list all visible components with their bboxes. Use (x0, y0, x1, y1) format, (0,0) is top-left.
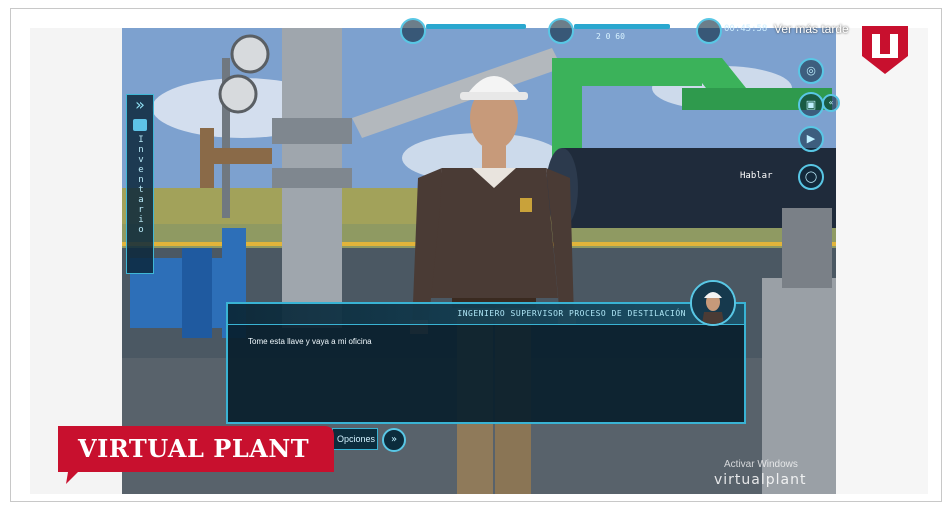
wrench-icon (400, 18, 426, 44)
brand-watermark: virtualplant (714, 472, 807, 488)
timer-readout: 00:45:58 (724, 24, 768, 34)
thermometer-icon (548, 18, 574, 44)
collapse-icon[interactable]: « (822, 94, 840, 112)
dialog-header: INGENIERO SUPERVISOR PROCESO DE DESTILAC… (228, 304, 744, 325)
talk-icon[interactable]: ◯ (798, 164, 824, 190)
talk-label: Hablar (740, 171, 773, 181)
temperature-bar (574, 24, 670, 29)
notes-icon[interactable]: ▣ (798, 92, 824, 118)
next-arrow-button[interactable]: » (382, 428, 406, 452)
university-logo (862, 26, 908, 74)
expand-chevron-icon[interactable]: » (127, 95, 153, 115)
dialog-speaker-title: INGENIERO SUPERVISOR PROCESO DE DESTILAC… (457, 309, 686, 318)
badge-label: VIRTUAL PLANT (78, 434, 310, 463)
progress-bar (426, 24, 526, 29)
options-button[interactable]: Opciones (332, 428, 378, 450)
map-icon[interactable]: ◎ (798, 58, 824, 84)
avatar-figure (692, 282, 734, 324)
inventory-label: Inventario (136, 135, 146, 235)
speaker-avatar (690, 280, 736, 326)
temperature-readout: 2 0 60 (596, 32, 625, 41)
activate-windows-watermark: Activar Windows (724, 459, 798, 470)
dialog-box: INGENIERO SUPERVISOR PROCESO DE DESTILAC… (226, 302, 746, 424)
dialog-message: Tome esta llave y vaya a mi oficina (248, 337, 372, 346)
inventory-icon (133, 119, 147, 131)
play-icon[interactable]: ▶ (798, 126, 824, 152)
inventory-panel[interactable]: » Inventario (126, 94, 154, 274)
clock-icon (696, 18, 722, 44)
video-pillarbox-right (836, 28, 928, 494)
watch-later-link[interactable]: Ver más tarde (774, 22, 849, 36)
